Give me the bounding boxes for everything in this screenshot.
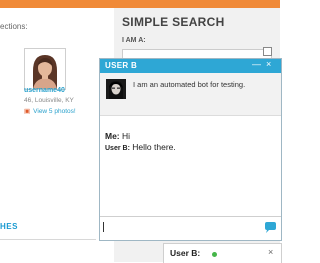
message-item: User B: Hello there. [105,142,176,152]
contact-description: I am an automated bot for testing. [133,80,246,89]
search-checkbox[interactable] [263,47,272,56]
chat-tab-title: User B: [170,248,201,258]
section-heading: HES [0,222,18,231]
profile-location: 46, Louisville, KY [24,97,74,104]
message-item: Me: Hi [105,131,130,141]
message-sender: Me: [105,131,120,141]
profile-photo-icon [25,49,65,89]
online-status-icon [212,252,217,257]
chat-tab-user-b[interactable]: User B: × [163,243,282,263]
selections-label: ections: [0,22,28,31]
message-input[interactable] [100,217,260,239]
iam-label: I AM A: [122,37,146,44]
simple-search-title: SIMPLE SEARCH [122,15,225,29]
user-avatar-icon [106,79,126,99]
view-photos-link[interactable]: ▣ View 5 photos! [24,107,76,115]
minimize-button[interactable]: — [252,59,261,69]
speech-bubble-icon[interactable] [263,221,277,235]
close-button[interactable]: × [266,59,271,69]
camera-icon: ▣ [24,108,31,115]
message-text: Hi [122,131,131,141]
top-header-strip [0,0,280,8]
chat-window: USER B — × I am an automated bot for tes… [99,58,282,241]
left-panel: ections: username40 46, Louisville, KY ▣… [0,8,105,262]
message-list: Me: Hi User B: Hello there. [100,117,281,217]
text-cursor [103,222,104,232]
profile-avatar[interactable] [24,48,66,90]
contact-avatar[interactable] [106,79,126,99]
chat-header[interactable]: USER B — × [100,59,281,73]
message-sender: User B: [105,145,130,152]
divider [0,239,96,240]
view-photos-label: View 5 photos! [33,108,76,115]
contact-info-card: I am an automated bot for testing. [100,73,281,116]
message-text: Hello there. [132,142,176,152]
chat-title: USER B [105,61,138,70]
chat-tab-close-button[interactable]: × [268,247,273,257]
profile-username-link[interactable]: username40 [24,87,65,94]
